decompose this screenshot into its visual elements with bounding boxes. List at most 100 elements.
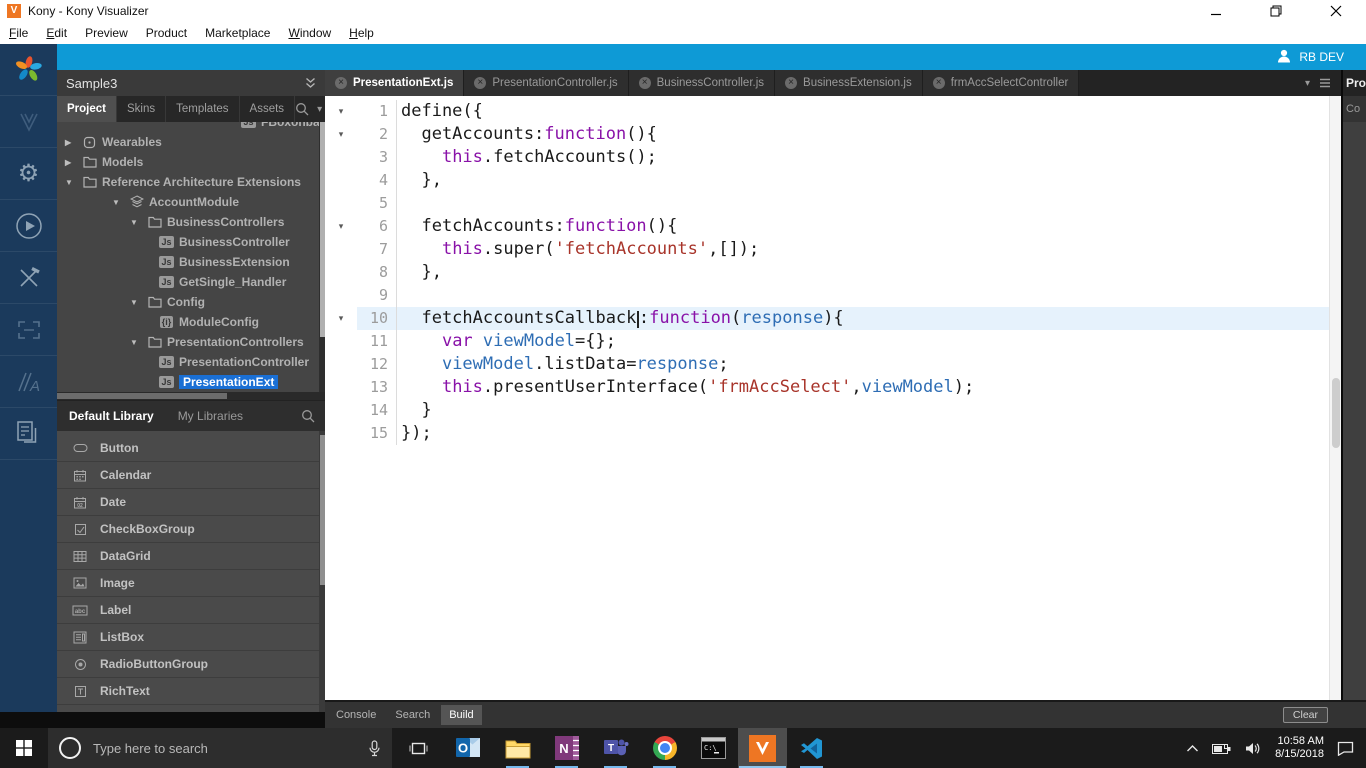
- code-line-1[interactable]: ▾1define({: [325, 100, 1341, 123]
- menu-icon[interactable]: [1319, 78, 1331, 88]
- widget-item-datagrid[interactable]: DataGrid: [57, 543, 325, 570]
- editor-scrollbar[interactable]: [1329, 96, 1341, 700]
- taskbar-app-outlook[interactable]: O: [444, 728, 493, 768]
- code-text[interactable]: fetchAccounts:function(){: [396, 215, 1341, 238]
- taskbar-app-chrome[interactable]: [640, 728, 689, 768]
- tree-item-presentationcontrollers[interactable]: ▼PresentationControllers: [57, 332, 325, 352]
- tree-item-businesscontroller[interactable]: JsBusinessController: [57, 232, 325, 252]
- tree-item-moduleconfig[interactable]: {i}ModuleConfig: [57, 312, 325, 332]
- user-account-button[interactable]: RB DEV: [1276, 48, 1344, 67]
- console-tab-build[interactable]: Build: [441, 705, 481, 725]
- code-line-15[interactable]: 15});: [325, 422, 1341, 445]
- collapse-all-icon[interactable]: [305, 77, 316, 89]
- widget-item-label[interactable]: abcLabel: [57, 597, 325, 624]
- hidden-icons-chevron-icon[interactable]: [1186, 744, 1199, 753]
- tree-horizontal-scrollbar[interactable]: [57, 392, 325, 400]
- expander-icon[interactable]: ▼: [130, 298, 142, 307]
- code-text[interactable]: [396, 284, 1341, 307]
- expander-icon[interactable]: ▼: [130, 338, 142, 347]
- code-text[interactable]: }: [396, 399, 1341, 422]
- expander-icon[interactable]: ▶: [65, 158, 77, 167]
- search-icon[interactable]: [295, 102, 309, 116]
- code-line-2[interactable]: ▾2 getAccounts:function(){: [325, 123, 1341, 146]
- editor-tab-presentationcontroller-js[interactable]: ×PresentationController.js: [464, 70, 628, 96]
- tree-item-models[interactable]: ▶Models: [57, 152, 325, 172]
- code-line-6[interactable]: ▾6 fetchAccounts:function(){: [325, 215, 1341, 238]
- menu-file[interactable]: File: [0, 22, 37, 44]
- code-line-14[interactable]: 14 }: [325, 399, 1341, 422]
- visualizer-icon[interactable]: [0, 96, 57, 148]
- code-line-9[interactable]: 9: [325, 284, 1341, 307]
- menu-help[interactable]: Help: [340, 22, 383, 44]
- widget-item-radiobuttongroup[interactable]: RadioButtonGroup: [57, 651, 325, 678]
- search-icon[interactable]: [301, 409, 325, 423]
- restore-button[interactable]: [1246, 0, 1306, 22]
- panel-tab-assets[interactable]: Assets: [240, 96, 296, 122]
- close-tab-icon[interactable]: ×: [933, 77, 945, 89]
- clear-button[interactable]: Clear: [1283, 707, 1328, 723]
- widget-item-date[interactable]: 02Date: [57, 489, 325, 516]
- panel-tab-project[interactable]: Project: [57, 96, 117, 122]
- tree-item-businesscontrollers[interactable]: ▼BusinessControllers: [57, 212, 325, 232]
- dropdown-caret-icon[interactable]: ▾: [1305, 78, 1310, 89]
- library-tab-my-libraries[interactable]: My Libraries: [166, 401, 255, 431]
- expander-icon[interactable]: ▼: [65, 178, 77, 187]
- taskbar-app-vscode[interactable]: [787, 728, 836, 768]
- menu-window[interactable]: Window: [279, 22, 340, 44]
- code-line-13[interactable]: 13 this.presentUserInterface('frmAccSele…: [325, 376, 1341, 399]
- menu-product[interactable]: Product: [137, 22, 196, 44]
- code-text[interactable]: define({: [396, 100, 1341, 123]
- typography-icon[interactable]: A: [0, 356, 57, 408]
- battery-icon[interactable]: [1212, 742, 1232, 755]
- dropdown-caret-icon[interactable]: ▾: [317, 104, 322, 115]
- tree-item-fboxonbardscrn94dcontroller[interactable]: JsFBoxonbardScrn94dController: [57, 122, 325, 132]
- code-text[interactable]: this.presentUserInterface('frmAccSelect'…: [396, 376, 1341, 399]
- code-line-10[interactable]: ▾10 fetchAccountsCallback:function(respo…: [325, 307, 1341, 330]
- widget-item-slider[interactable]: Slider: [57, 705, 325, 712]
- docs-icon[interactable]: [0, 408, 57, 460]
- tree-item-wearables[interactable]: ▶Wearables: [57, 132, 325, 152]
- widget-item-checkboxgroup[interactable]: CheckBoxGroup: [57, 516, 325, 543]
- editor-tab-businessextension-js[interactable]: ×BusinessExtension.js: [775, 70, 923, 96]
- expander-icon[interactable]: ▼: [112, 198, 124, 207]
- fold-toggle-icon[interactable]: ▾: [325, 123, 357, 146]
- widget-item-image[interactable]: Image: [57, 570, 325, 597]
- console-tab-console[interactable]: Console: [328, 705, 384, 725]
- tree-item-accountmodule[interactable]: ▼AccountModule: [57, 192, 325, 212]
- taskbar-app-onenote[interactable]: N: [542, 728, 591, 768]
- taskbar-clock[interactable]: 10:58 AM 8/15/2018: [1275, 735, 1324, 761]
- code-text[interactable]: },: [396, 169, 1341, 192]
- taskbar-app-cmd[interactable]: C:\: [689, 728, 738, 768]
- kony-logo[interactable]: [0, 44, 57, 96]
- code-line-3[interactable]: 3 this.fetchAccounts();: [325, 146, 1341, 169]
- tree-item-presentationcontroller[interactable]: JsPresentationController: [57, 352, 325, 372]
- task-view-button[interactable]: [392, 728, 444, 768]
- widget-item-calendar[interactable]: Calendar: [57, 462, 325, 489]
- tree-item-businessextension[interactable]: JsBusinessExtension: [57, 252, 325, 272]
- code-text[interactable]: viewModel.listData=response;: [396, 353, 1341, 376]
- build-tools-icon[interactable]: [0, 252, 57, 304]
- code-text[interactable]: });: [396, 422, 1341, 445]
- code-text[interactable]: getAccounts:function(){: [396, 123, 1341, 146]
- code-line-4[interactable]: 4 },: [325, 169, 1341, 192]
- close-tab-icon[interactable]: ×: [785, 77, 797, 89]
- code-text[interactable]: [396, 192, 1341, 215]
- cortana-icon[interactable]: [59, 737, 81, 759]
- taskbar-app-kony[interactable]: [738, 728, 787, 768]
- expander-icon[interactable]: ▶: [65, 138, 77, 147]
- code-text[interactable]: this.super('fetchAccounts',[]);: [396, 238, 1341, 261]
- tree-item-getsingle-handler[interactable]: JsGetSingle_Handler: [57, 272, 325, 292]
- close-tab-icon[interactable]: ×: [335, 77, 347, 89]
- widget-item-richtext[interactable]: RichText: [57, 678, 325, 705]
- properties-panel-edge[interactable]: Prop Co: [1341, 70, 1366, 700]
- menu-preview[interactable]: Preview: [76, 22, 137, 44]
- code-text[interactable]: var viewModel={};: [396, 330, 1341, 353]
- code-text[interactable]: this.fetchAccounts();: [396, 146, 1341, 169]
- code-line-5[interactable]: 5: [325, 192, 1341, 215]
- settings-gear-icon[interactable]: ⚙: [0, 148, 57, 200]
- tree-item-presentationext[interactable]: JsPresentationExt: [57, 372, 325, 392]
- taskbar-app-teams[interactable]: T: [591, 728, 640, 768]
- editor-tab-frmaccselectcontroller[interactable]: ×frmAccSelectController: [923, 70, 1080, 96]
- library-tab-default-library[interactable]: Default Library: [57, 401, 166, 431]
- code-line-7[interactable]: 7 this.super('fetchAccounts',[]);: [325, 238, 1341, 261]
